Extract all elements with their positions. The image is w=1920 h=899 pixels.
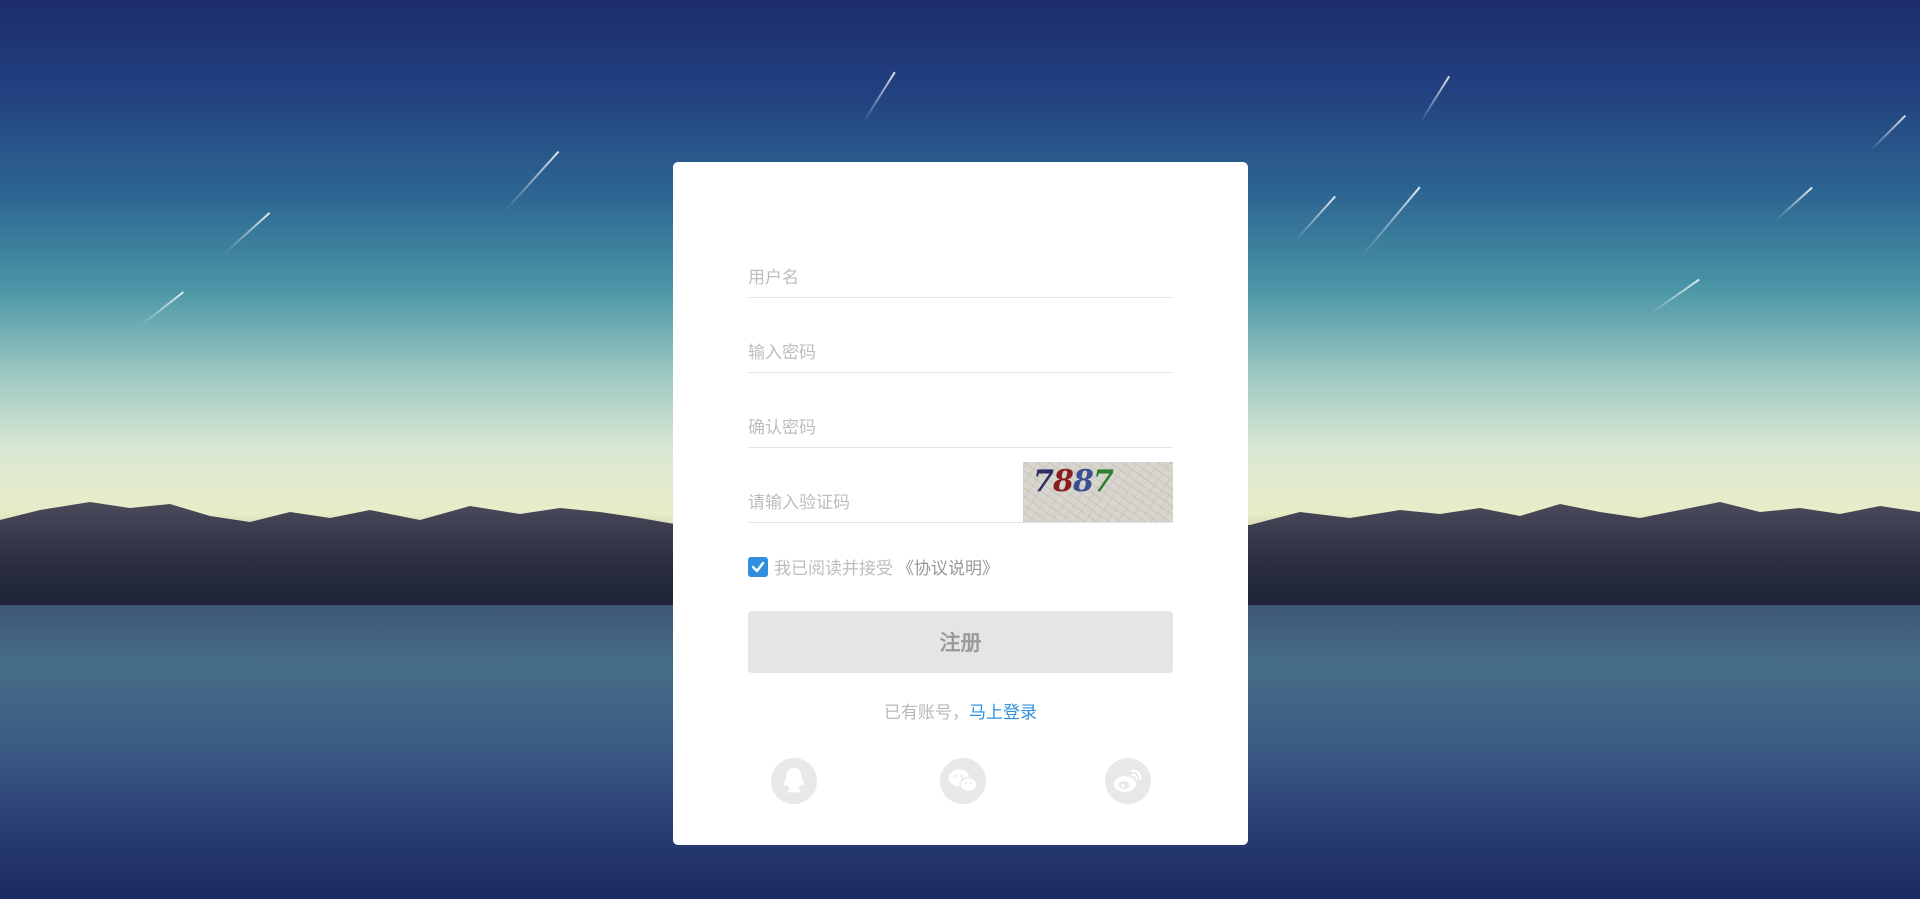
captcha-digit: 7 xyxy=(1093,464,1114,499)
captcha-input[interactable] xyxy=(748,484,1018,522)
captcha-digit: 8 xyxy=(1073,464,1094,499)
agree-checkbox[interactable] xyxy=(748,556,768,577)
wechat-icon xyxy=(948,769,978,793)
meteor-streak xyxy=(1649,278,1700,315)
captcha-digit: 8 xyxy=(1053,464,1074,499)
checkmark-icon xyxy=(751,561,765,572)
agreement-row: 我已阅读并接受 《协议说明》 xyxy=(748,554,999,579)
username-field xyxy=(748,257,1173,298)
have-account-text: 已有账号， xyxy=(884,703,969,723)
register-button[interactable]: 注册 xyxy=(748,611,1173,673)
weibo-login-button[interactable] xyxy=(1105,758,1151,804)
wechat-login-button[interactable] xyxy=(940,758,986,804)
meteor-streak xyxy=(1774,186,1813,222)
meteor-streak xyxy=(1419,75,1450,124)
meteor-streak xyxy=(224,212,271,254)
login-link[interactable]: 马上登录 xyxy=(969,703,1037,723)
meteor-streak xyxy=(139,291,184,327)
meteor-streak xyxy=(1294,195,1336,242)
captcha-image[interactable]: 7 8 8 7 xyxy=(1023,462,1173,522)
meteor-streak xyxy=(1361,186,1421,257)
confirm-password-field xyxy=(748,407,1173,448)
captcha-digit: 7 xyxy=(1033,464,1054,499)
username-input[interactable] xyxy=(748,259,1173,297)
password-field xyxy=(748,332,1173,373)
meteor-streak xyxy=(1869,114,1907,152)
confirm-password-input[interactable] xyxy=(748,409,1173,447)
agree-text: 我已阅读并接受 xyxy=(774,559,893,579)
weibo-icon xyxy=(1114,769,1142,792)
qq-icon xyxy=(784,768,804,793)
password-input[interactable] xyxy=(748,334,1173,372)
login-prompt: 已有账号，马上登录 xyxy=(673,698,1248,723)
meteor-streak xyxy=(862,71,896,124)
register-card: 7 8 8 7 我已阅读并接受 《协议说明》 注册 已有账号，马上登录 xyxy=(673,162,1248,845)
agreement-link[interactable]: 《协议说明》 xyxy=(897,554,999,579)
meteor-streak xyxy=(504,150,560,212)
captcha-field: 7 8 8 7 xyxy=(748,462,1173,523)
qq-login-button[interactable] xyxy=(771,758,817,804)
